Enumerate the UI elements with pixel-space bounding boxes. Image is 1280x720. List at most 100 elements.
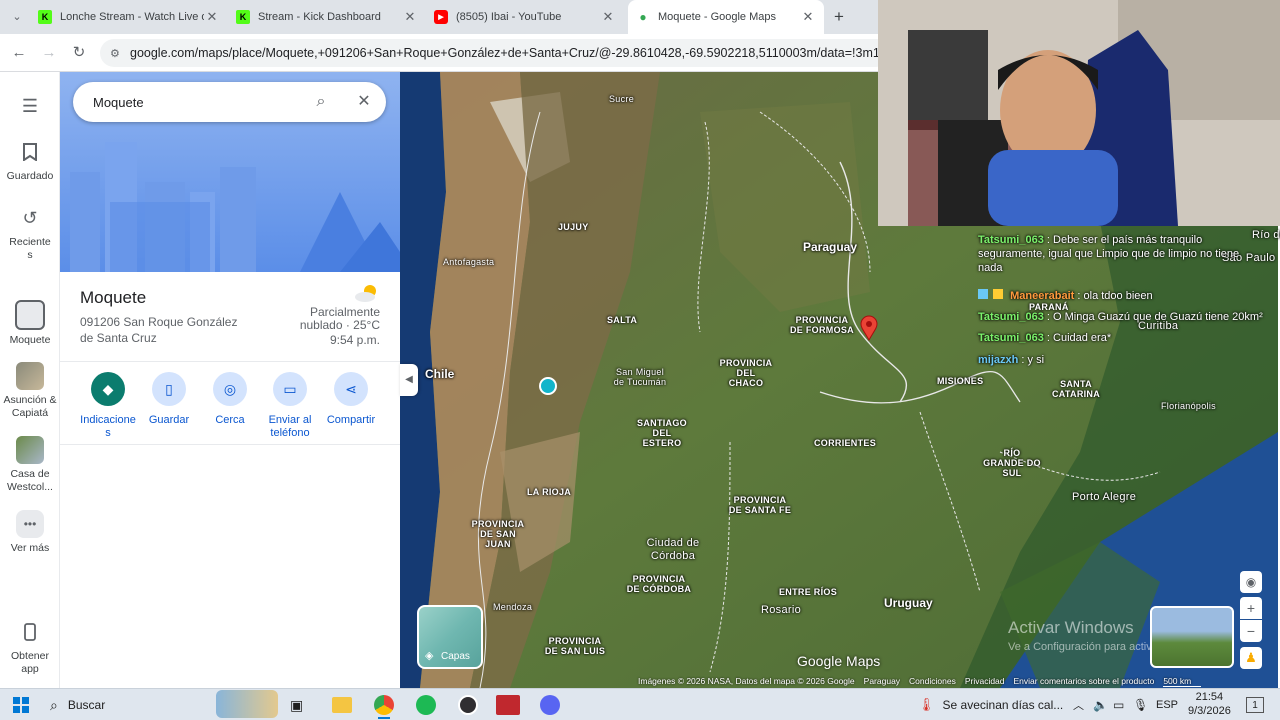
language-indicator[interactable]: ESP (1156, 693, 1178, 717)
rail-item-casa-westcol[interactable]: Casa de Westcol... (0, 436, 60, 494)
weather-icon (354, 284, 380, 302)
file-explorer-icon[interactable] (332, 697, 352, 713)
clock-date: 9/3/2026 (1188, 705, 1231, 717)
rail-label: Obtener app (11, 650, 49, 675)
search-box[interactable]: Moquete ⌕ ✕ (73, 82, 386, 122)
footer-link-terms[interactable]: Condiciones (909, 676, 956, 686)
maps-pin-icon: ● (639, 10, 647, 24)
layers-button[interactable]: ◈ Capas (417, 605, 483, 669)
rail-label: Recientes (9, 236, 51, 261)
menu-button[interactable]: ☰ (0, 92, 60, 124)
map-label-rosario: Rosario (761, 604, 802, 616)
zoom-out-button[interactable]: − (1240, 620, 1262, 642)
street-view-thumbnail[interactable] (1150, 606, 1234, 668)
windows-logo-icon (13, 697, 29, 713)
map-label-entre-rios: ENTRE RÍOS (779, 587, 838, 597)
tray-chevron-icon[interactable]: ︿ (1073, 693, 1084, 717)
new-tab-icon[interactable]: + (828, 6, 850, 28)
directions-button[interactable]: ◆ Indicaciones (78, 372, 138, 440)
send-to-phone-button[interactable]: ▭ Enviar al teléfono (260, 372, 320, 440)
weather-widget[interactable]: 🌡 Se avecinan días cal... (918, 693, 1063, 717)
pegman-icon[interactable]: ♟ (1240, 647, 1262, 669)
close-icon[interactable]: ✕ (402, 9, 418, 25)
search-icon[interactable]: ⌕ (311, 92, 331, 112)
rail-item-asuncion[interactable]: Asunción & Capiatá (0, 362, 60, 420)
taskbar-search[interactable]: ⌕ Buscar (40, 690, 280, 718)
obs-icon[interactable] (458, 695, 478, 715)
poi-marker-icon[interactable] (539, 377, 557, 395)
place-thumb-icon (15, 300, 45, 330)
discord-icon[interactable] (540, 695, 560, 715)
tab-list-chevron-icon[interactable]: ⌄ (6, 6, 28, 28)
kick-icon: K (38, 10, 52, 24)
tab-kick-dashboard[interactable]: K Stream - Kick Dashboard ✕ (228, 0, 426, 34)
nearby-button[interactable]: ◎ Cerca (200, 372, 260, 427)
rail-item-more[interactable]: ••• Ver más (0, 510, 60, 555)
history-icon: ↺ (22, 207, 38, 228)
rail-label: Asunción & Capiatá (3, 394, 57, 419)
voicemeeter-icon[interactable] (496, 695, 520, 715)
my-location-button[interactable]: ◉ (1240, 571, 1262, 593)
chat-message: Tatsumi_063 : Cuidad era* (978, 331, 1258, 345)
search-input[interactable]: Moquete (93, 95, 144, 110)
map-label-corrientes: CORRIENTES (814, 438, 877, 448)
chrome-icon[interactable] (374, 695, 394, 715)
weather-news-text: Se avecinan días cal... (942, 698, 1064, 712)
action-label: Guardar (148, 414, 190, 426)
google-maps-logo: Google Maps (797, 653, 881, 669)
chrome-active-indicator (378, 717, 390, 719)
spotify-icon[interactable] (416, 695, 436, 715)
rail-item-recents[interactable]: ↺ Recientes (0, 204, 60, 262)
map-label-formosa: PROVINCIA DE FORMOSA (789, 315, 854, 335)
youtube-icon: ▶ (434, 10, 448, 24)
footer-link-privacy[interactable]: Privacidad (965, 676, 1005, 686)
address-bar[interactable]: ⚙ google.com/maps/place/Moquete,+091206+… (100, 39, 890, 67)
notifications-button[interactable]: 1 (1246, 697, 1264, 713)
rail-item-saved[interactable]: Guardado (0, 138, 60, 183)
rail-item-get-app[interactable]: Obtener app (0, 618, 60, 676)
chat-text: : ola tdoo bieen (1077, 290, 1153, 302)
panel-divider (60, 444, 400, 445)
place-weather: Parcialmente nublado · 25°C (299, 305, 380, 332)
close-icon[interactable]: ✕ (204, 9, 220, 25)
rail-label: Ver más (10, 542, 50, 554)
phone-icon (16, 618, 44, 646)
reload-icon[interactable]: ↻ (68, 42, 90, 64)
chat-message: mijazxh : y si (978, 353, 1258, 367)
save-button[interactable]: ▯ Guardar (139, 372, 199, 427)
chat-text: : y si (1021, 354, 1045, 366)
tab-title: Moquete - Google Maps (658, 11, 777, 23)
mic-icon[interactable]: 🎙 (1133, 693, 1148, 717)
location-pin-icon[interactable] (860, 315, 878, 342)
close-icon[interactable]: ✕ (600, 9, 616, 25)
tab-youtube[interactable]: ▶ (8505) Ibai - YouTube ✕ (426, 0, 624, 34)
webcam-overlay (878, 0, 1280, 226)
footer-link-country[interactable]: Paraguay (864, 676, 900, 686)
chat-badge-icon (978, 289, 988, 299)
zoom-in-button[interactable]: + (1240, 597, 1262, 619)
footer-link-feedback[interactable]: Enviar comentarios sobre el producto (1014, 676, 1155, 686)
rail-item-moquete[interactable]: Moquete (0, 300, 60, 347)
tab-title: (8505) Ibai - YouTube (456, 11, 562, 23)
speaker-icon[interactable]: 🔈 (1093, 693, 1108, 717)
start-button[interactable] (12, 693, 30, 717)
close-icon[interactable]: ✕ (354, 92, 374, 112)
place-name: Moquete (80, 288, 147, 307)
clock[interactable]: 21:54 9/3/2026 (1188, 690, 1231, 717)
share-button[interactable]: ⋖ Compartir (321, 372, 381, 427)
place-address: 091206 San Roque González de Santa Cruz (80, 315, 238, 345)
map-scale[interactable]: 500 km (1163, 676, 1202, 687)
task-view-icon[interactable]: ▣ (290, 693, 303, 717)
bookmark-icon (16, 138, 44, 166)
site-info-icon[interactable]: ⚙ (110, 47, 120, 60)
network-icon[interactable]: ▭ (1113, 693, 1124, 717)
forward-icon[interactable]: → (38, 42, 60, 64)
map-label-chile: Chile (425, 367, 455, 381)
back-icon[interactable]: ← (8, 42, 30, 64)
place-thumb-icon (16, 436, 44, 464)
close-icon[interactable]: ✕ (800, 9, 816, 25)
tab-google-maps[interactable]: ● Moquete - Google Maps ✕ (628, 0, 824, 34)
collapse-panel-button[interactable]: ◀ (400, 364, 418, 396)
tab-lonche-stream[interactable]: K Lonche Stream - Watch Live on ✕ (30, 0, 228, 34)
place-hero-illustration: Moquete ⌕ ✕ (60, 72, 400, 272)
